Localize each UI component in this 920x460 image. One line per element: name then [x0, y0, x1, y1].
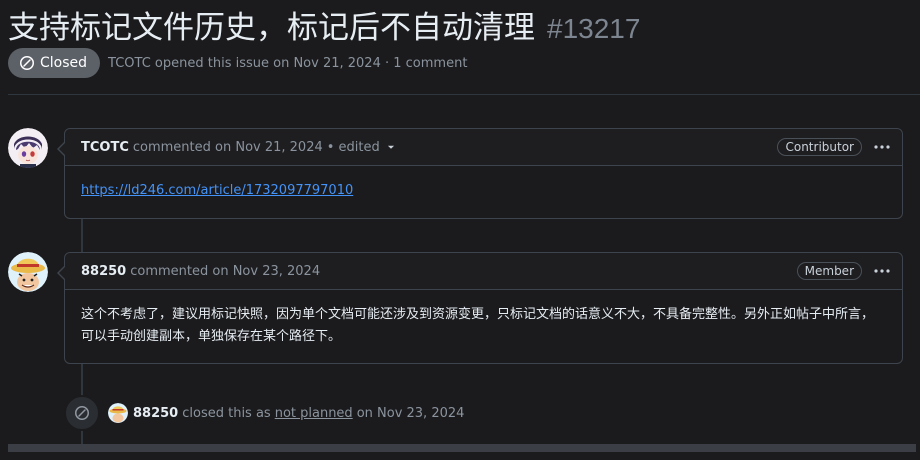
comment-card-1: TCOTC commented on Nov 21, 2024 • edited… [57, 128, 903, 219]
comment-header: 88250 commented on Nov 23, 2024 Member [65, 253, 902, 290]
comment-header: TCOTC commented on Nov 21, 2024 • edited… [65, 129, 902, 166]
event-actor[interactable]: 88250 [133, 406, 178, 421]
issue-title-text: 支持标记文件历史，标记后不自动清理 [8, 10, 535, 46]
issue-page: 支持标记文件历史，标记后不自动清理 #13217 Closed TCOTC op… [0, 0, 920, 460]
kebab-horizontal-icon [874, 269, 890, 273]
event-actor-avatar[interactable] [108, 403, 128, 423]
issue-number: #13217 [547, 13, 641, 44]
comment-menu-button[interactable] [872, 139, 892, 155]
state-label: Closed [40, 55, 88, 71]
closed-event: 88250 closed this as not planned on Nov … [64, 395, 465, 431]
role-label: Contributor [777, 138, 862, 156]
issue-author-link[interactable]: TCOTC [108, 56, 151, 71]
event-text-before: closed this as [182, 405, 271, 421]
horizontal-scrollbar[interactable] [8, 444, 916, 452]
skip-circle-icon [20, 56, 34, 70]
edited-label: • edited [326, 139, 380, 155]
close-reason-link[interactable]: not planned [275, 406, 353, 421]
avatar-tcotc[interactable] [8, 128, 48, 168]
comment-card-2: 88250 commented on Nov 23, 2024 Member 这… [57, 252, 903, 364]
comment-author[interactable]: TCOTC [81, 140, 129, 155]
issue-state-row: Closed TCOTC opened this issue on Nov 21… [8, 48, 467, 78]
triangle-down-icon [387, 145, 394, 149]
comment-body: 这个不考虑了，建议用标记快照，因为单个文档可能还涉及到资源变更，只标记文档的话意… [65, 290, 902, 362]
skip-circle-icon [75, 406, 89, 420]
event-text-after[interactable]: on Nov 23, 2024 [357, 406, 465, 421]
issue-meta-text: opened this issue on Nov 21, 2024 · 1 co… [154, 55, 468, 71]
issue-title: 支持标记文件历史，标记后不自动清理 #13217 [8, 2, 640, 46]
issue-meta: TCOTC opened this issue on Nov 21, 2024 … [108, 56, 467, 71]
event-badge [64, 395, 100, 431]
edited-dropdown[interactable]: • edited [327, 140, 398, 155]
kebab-horizontal-icon [874, 145, 890, 149]
avatar-88250[interactable] [8, 252, 48, 292]
header-divider [8, 94, 920, 95]
role-label: Member [796, 262, 862, 280]
comment-link[interactable]: https://ld246.com/article/1732097797010 [81, 183, 353, 198]
comment-body: https://ld246.com/article/1732097797010 [65, 166, 902, 216]
straw-hat-avatar-icon [8, 252, 48, 292]
comment-timestamp[interactable]: commented on Nov 21, 2024 [133, 140, 323, 155]
straw-hat-avatar-icon [108, 403, 128, 423]
comment-author[interactable]: 88250 [81, 264, 126, 279]
comment-text: 这个不考虑了，建议用标记快照，因为单个文档可能还涉及到资源变更，只标记文档的话意… [81, 307, 875, 344]
anime-avatar-icon [8, 128, 48, 168]
comment-timestamp[interactable]: commented on Nov 23, 2024 [130, 264, 320, 279]
closed-state-badge: Closed [8, 48, 101, 78]
comment-menu-button[interactable] [872, 263, 892, 279]
